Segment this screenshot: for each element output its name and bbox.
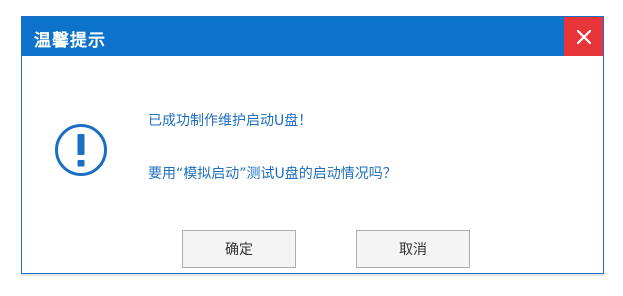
exclamation-circle-icon xyxy=(55,124,107,176)
close-button[interactable] xyxy=(564,17,603,56)
dialog-window: 温馨提示 已成功制作维护启动U盘！ 要用“模拟启动”测试U盘的启动情况吗？ 确定… xyxy=(21,16,604,274)
message-line-2: 要用“模拟启动”测试U盘的启动情况吗？ xyxy=(148,166,397,182)
ok-button[interactable]: 确定 xyxy=(182,230,296,268)
cancel-button[interactable]: 取消 xyxy=(356,230,470,268)
dialog-title: 温馨提示 xyxy=(34,31,106,51)
close-icon xyxy=(576,29,591,44)
dialog-shadow xyxy=(21,274,604,276)
title-bar[interactable]: 温馨提示 xyxy=(22,17,603,56)
dialog-content: 已成功制作维护启动U盘！ 要用“模拟启动”测试U盘的启动情况吗？ 确定 取消 xyxy=(22,56,603,274)
message-line-1: 已成功制作维护启动U盘！ xyxy=(148,113,313,129)
